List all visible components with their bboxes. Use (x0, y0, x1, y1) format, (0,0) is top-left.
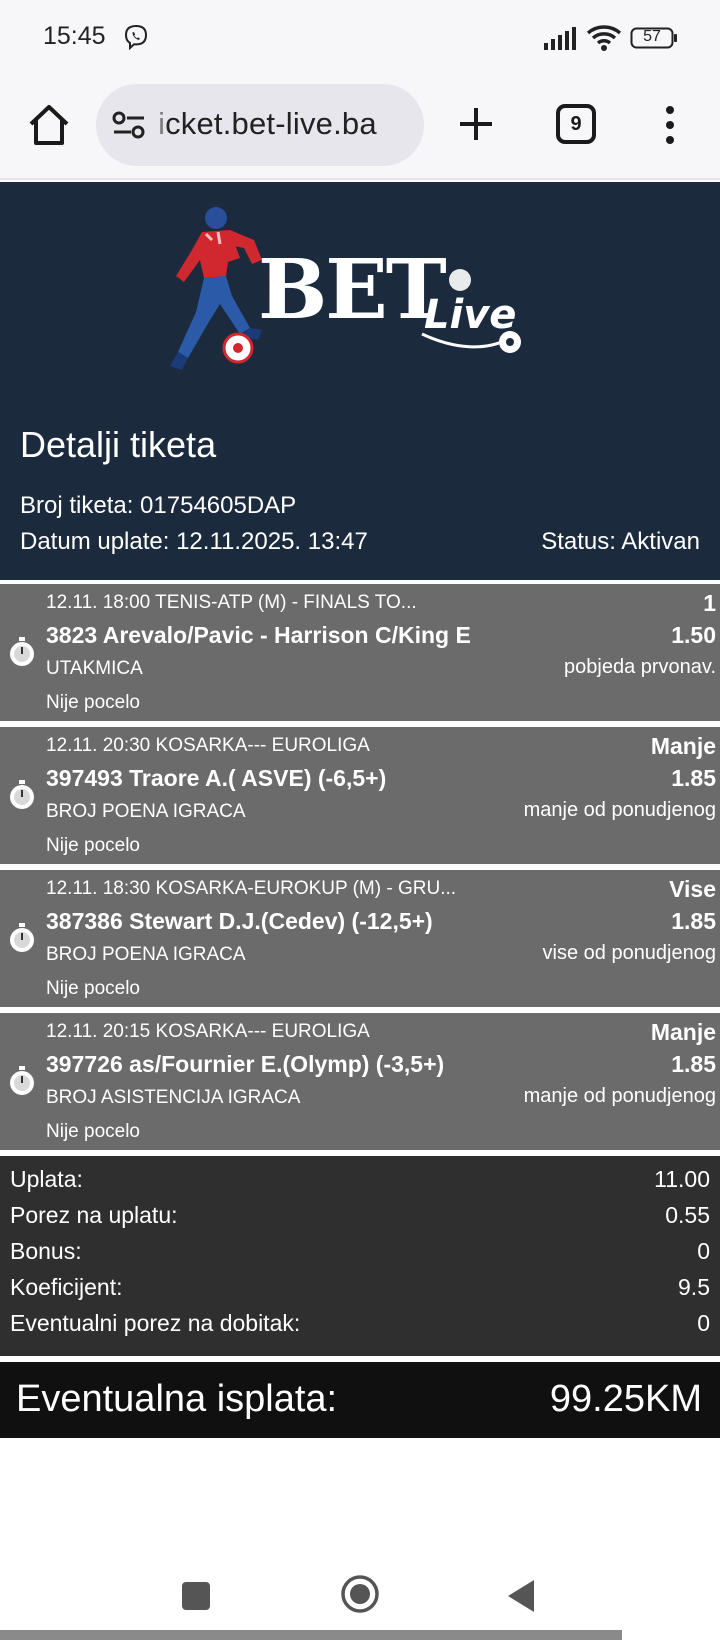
bet-market: UTAKMICA (46, 658, 143, 679)
address-bar[interactable]: icket.bet-live.ba (96, 84, 424, 166)
browser-toolbar: icket.bet-live.ba 9 (0, 78, 720, 180)
bet-match: 3823 Arevalo/Pavic - Harrison C/King E (46, 622, 471, 648)
status-bar: 15:45 57 (0, 0, 720, 78)
menu-dots-icon[interactable] (658, 102, 682, 148)
system-nav-bar (0, 1560, 720, 1640)
summary-label: Uplata: (10, 1166, 83, 1192)
bet-row[interactable]: 12.11. 20:15 KOSARKA--- EUROLIGA 397726 … (0, 1013, 720, 1150)
summary-label: Koeficijent: (10, 1274, 123, 1300)
bet-state: Nije pocelo (46, 692, 140, 713)
bet-market: BROJ POENA IGRACA (46, 801, 246, 822)
ticket-number: Broj tiketa: 01754605DAP (20, 492, 297, 519)
bottom-scroll-strip (0, 1630, 622, 1640)
battery-level: 57 (643, 28, 661, 45)
bet-odd: 1.50 (671, 622, 716, 648)
home-circle-icon[interactable] (340, 1574, 380, 1614)
summary-row-payment: Uplata: 11.00 (10, 1166, 710, 1202)
wifi-icon (586, 25, 622, 51)
summary-label: Bonus: (10, 1238, 82, 1264)
bet-tip-description: vise od ponudjenog (542, 942, 716, 964)
bet-odd: 1.85 (671, 765, 716, 791)
payment-date: Datum uplate: 12.11.2025. 13:47 (20, 528, 368, 555)
summary-row-winnings-tax: Eventualni porez na dobitak: 0 (10, 1310, 710, 1346)
summary-row-tax: Porez na uplatu: 0.55 (10, 1202, 710, 1238)
bet-tip: 1 (703, 590, 716, 616)
bet-tip: Vise (669, 876, 716, 902)
bet-state: Nije pocelo (46, 835, 140, 856)
bet-row[interactable]: 12.11. 18:00 TENIS-ATP (M) - FINALS TO..… (0, 584, 720, 721)
bet-row[interactable]: 12.11. 18:30 KOSARKA-EUROKUP (M) - GRU..… (0, 870, 720, 1007)
summary-row-bonus: Bonus: 0 (10, 1238, 710, 1274)
bet-meta: 12.11. 20:30 KOSARKA--- EUROLIGA (46, 735, 370, 756)
summary-value: 0 (697, 1310, 710, 1336)
betlive-logo: BET Live (170, 207, 521, 370)
site-settings-icon[interactable] (112, 110, 146, 140)
ticket-header: BET Live Detalji tiketa Broj tiketa: 017… (0, 182, 720, 580)
summary-label: Eventualni porez na dobitak: (10, 1310, 301, 1336)
logo-bet-text: BET (258, 242, 447, 338)
payout-bar: Eventualna isplata: 99.25KM (0, 1362, 720, 1438)
bet-state: Nije pocelo (46, 978, 140, 999)
stopwatch-icon (10, 780, 34, 809)
bet-tip-description: manje od ponudjenog (523, 799, 716, 821)
bet-meta: 12.11. 18:30 KOSARKA-EUROKUP (M) - GRU..… (46, 878, 457, 899)
stopwatch-icon (10, 1066, 34, 1095)
home-icon[interactable] (26, 102, 72, 148)
stopwatch-icon (10, 923, 34, 952)
signal-icon (544, 27, 576, 50)
back-triangle-icon[interactable] (506, 1578, 536, 1614)
bet-meta: 12.11. 20:15 KOSARKA--- EUROLIGA (46, 1021, 370, 1042)
bet-row[interactable]: 12.11. 20:30 KOSARKA--- EUROLIGA 397493 … (0, 727, 720, 864)
logo-live-text: Live (424, 292, 516, 338)
bet-match: 397726 as/Fournier E.(Olymp) (-3,5+) (46, 1051, 445, 1077)
new-tab-plus-icon[interactable] (454, 102, 498, 146)
page-title: Detalji tiketa (20, 424, 217, 465)
summary-value: 0 (697, 1238, 710, 1264)
summary-value: 11.00 (654, 1166, 710, 1192)
recents-square-icon[interactable] (182, 1582, 210, 1610)
summary-label: Porez na uplatu: (10, 1202, 178, 1228)
bet-tip: Manje (650, 733, 716, 759)
bet-meta: 12.11. 18:00 TENIS-ATP (M) - FINALS TO..… (46, 592, 417, 613)
bet-market: BROJ ASISTENCIJA IGRACA (46, 1087, 301, 1108)
tabs-icon[interactable]: 9 (556, 104, 596, 144)
bet-list: 12.11. 18:00 TENIS-ATP (M) - FINALS TO..… (0, 584, 720, 1156)
bet-tip: Manje (650, 1019, 716, 1045)
summary-value: 0.55 (665, 1202, 710, 1228)
summary-row-coefficient: Koeficijent: 9.5 (10, 1274, 710, 1310)
url-fade (154, 84, 168, 166)
ticket-status: Status: Aktivan (541, 528, 700, 555)
payout-label: Eventualna isplata: (16, 1378, 338, 1420)
payout-value: 99.25KM (549, 1378, 702, 1420)
viber-icon (124, 24, 148, 50)
url-text[interactable]: icket.bet-live.ba (158, 106, 377, 142)
bet-tip-description: manje od ponudjenog (523, 1085, 716, 1107)
bet-tip-description: pobjeda prvonav. (564, 656, 716, 678)
bet-match: 397493 Traore A.( ASVE) (-6,5+) (46, 765, 387, 791)
ticket-summary: Uplata: 11.00 Porez na uplatu: 0.55 Bonu… (0, 1156, 720, 1356)
bet-odd: 1.85 (671, 908, 716, 934)
summary-value: 9.5 (678, 1274, 710, 1300)
bet-market: BROJ POENA IGRACA (46, 944, 246, 965)
football-player-figure (170, 207, 262, 370)
bet-match: 387386 Stewart D.J.(Cedev) (-12,5+) (46, 908, 433, 934)
bet-odd: 1.85 (671, 1051, 716, 1077)
stopwatch-icon (10, 637, 34, 666)
status-time: 15:45 (43, 22, 106, 50)
bet-state: Nije pocelo (46, 1121, 140, 1142)
